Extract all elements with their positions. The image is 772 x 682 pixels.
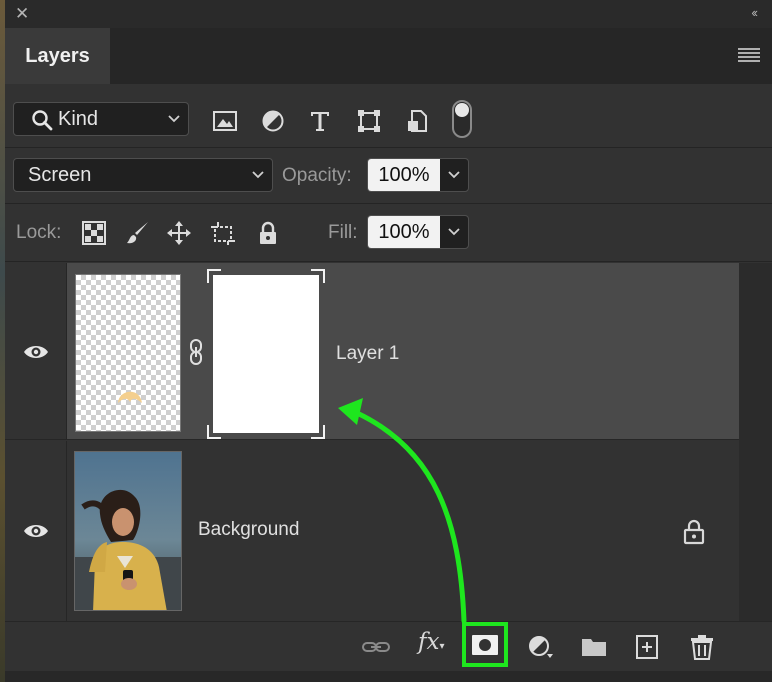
fx-label: fx	[418, 629, 440, 655]
blend-mode-dropdown[interactable]: Screen	[13, 158, 273, 192]
lock-all-icon[interactable]	[255, 220, 281, 246]
chevron-down-icon[interactable]	[447, 226, 461, 238]
add-mask-highlight	[462, 622, 508, 667]
lock-artboard-icon[interactable]	[210, 220, 236, 246]
bottom-toolbar: fx▾	[5, 621, 772, 671]
opacity-field[interactable]: 100%	[367, 158, 469, 192]
layer-thumbnail[interactable]	[75, 274, 181, 432]
filter-toggle[interactable]	[452, 100, 472, 138]
lock-image-pixels-icon[interactable]	[125, 220, 151, 246]
image-filter-icon[interactable]	[213, 109, 237, 133]
tab-layers[interactable]: Layers	[5, 28, 110, 84]
lock-icon	[683, 519, 705, 545]
fx-icon[interactable]: fx▾	[418, 629, 445, 655]
opacity-value[interactable]: 100%	[368, 159, 440, 191]
chain-link-icon[interactable]	[187, 338, 205, 366]
blend-row: Screen Opacity: 100%	[5, 148, 772, 204]
fill-value[interactable]: 100%	[368, 216, 440, 248]
eye-icon[interactable]	[23, 344, 49, 360]
eye-icon[interactable]	[23, 523, 49, 539]
collapse-panel-icon[interactable]: ‹‹	[751, 5, 758, 20]
lock-transparent-pixels-icon[interactable]	[81, 220, 107, 246]
tab-bar: Layers	[5, 28, 772, 84]
layer-row-background[interactable]: Background	[5, 441, 739, 621]
scrollbar-track[interactable]	[739, 263, 772, 621]
layer-name[interactable]: Background	[198, 519, 299, 541]
blend-mode-value: Screen	[28, 163, 92, 186]
smart-object-filter-icon[interactable]	[405, 109, 429, 133]
layer-row-layer-1[interactable]: Layer 1	[5, 263, 739, 440]
panel-bottom-edge	[5, 671, 772, 682]
chevron-down-icon	[252, 171, 264, 179]
chevron-down-icon	[168, 115, 180, 123]
visibility-column	[5, 263, 67, 439]
fill-label: Fill:	[328, 222, 358, 243]
group-folder-icon[interactable]	[580, 634, 608, 660]
visibility-column	[5, 441, 67, 621]
filter-row: Kind	[5, 84, 772, 148]
close-icon[interactable]: ✕	[15, 5, 29, 22]
opacity-label: Opacity:	[282, 165, 352, 186]
layer-name[interactable]: Layer 1	[336, 343, 399, 365]
lock-label: Lock:	[16, 222, 62, 243]
layers-list: Layer 1 Background	[5, 263, 739, 621]
kind-filter-dropdown[interactable]: Kind	[13, 102, 189, 136]
lock-position-icon[interactable]	[166, 220, 192, 246]
fill-field[interactable]: 100%	[367, 215, 469, 249]
background-thumbnail[interactable]	[74, 451, 182, 611]
lock-row: Lock: Fill: 100%	[5, 204, 772, 262]
layers-panel: ✕ ‹‹ Layers Kind Screen Opacity: 100% Lo…	[5, 0, 772, 682]
layer-content-blob	[118, 391, 142, 403]
layer-mask-thumbnail[interactable]	[207, 269, 325, 439]
new-layer-icon[interactable]	[633, 634, 661, 660]
delete-icon[interactable]	[688, 634, 716, 660]
kind-label: Kind	[58, 107, 99, 130]
type-filter-icon[interactable]	[308, 109, 332, 133]
adjustment-filter-icon[interactable]	[261, 109, 285, 133]
panel-menu-icon[interactable]	[738, 48, 760, 62]
link-layers-icon[interactable]	[362, 634, 390, 660]
chevron-down-icon[interactable]	[447, 169, 461, 181]
adjustment-layer-icon[interactable]	[527, 634, 555, 660]
portrait-photo	[75, 452, 181, 610]
shape-filter-icon[interactable]	[357, 109, 381, 133]
panel-titlebar: ✕ ‹‹	[5, 0, 772, 28]
search-icon	[32, 110, 53, 131]
